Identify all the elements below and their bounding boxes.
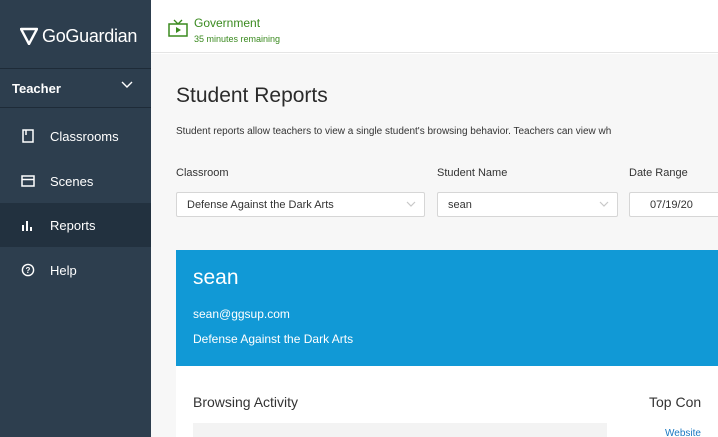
sidebar-item-label: Classrooms (50, 128, 119, 144)
student-name-label: Student Name (437, 167, 508, 179)
top-content-title: Top Con (649, 394, 702, 410)
classroom-select[interactable]: Defense Against the Dark Arts (176, 192, 425, 217)
sidebar-item-reports[interactable]: Reports (0, 203, 151, 247)
website-tab-link[interactable]: Website (665, 428, 701, 437)
chevron-down-icon (121, 81, 133, 88)
sidebar: GoGuardian Teacher Classrooms Scenes Rep… (0, 0, 151, 437)
sidebar-item-classrooms[interactable]: Classrooms (0, 114, 151, 158)
student-info-card: sean sean@ggsup.com Defense Against the … (176, 250, 718, 366)
student-name: sean (193, 266, 239, 289)
svg-text:?: ? (26, 266, 31, 275)
chevron-down-icon (406, 201, 416, 207)
page-description: Student reports allow teachers to view a… (176, 126, 612, 137)
main-content: Student Reports Student reports allow te… (151, 54, 718, 437)
date-range-value: 07/19/20 (650, 198, 693, 211)
browsing-activity-chart (193, 423, 607, 437)
classroom-icon (20, 128, 36, 144)
student-email: sean@ggsup.com (193, 307, 290, 321)
tv-session-icon (168, 19, 188, 37)
classroom-select-value: Defense Against the Dark Arts (187, 198, 334, 211)
sidebar-item-label: Help (50, 262, 77, 278)
student-select-value: sean (448, 198, 472, 211)
classroom-label: Classroom (176, 167, 229, 179)
help-icon: ? (20, 262, 36, 278)
reports-icon (20, 217, 36, 233)
session-title[interactable]: Government (194, 16, 260, 30)
sidebar-item-help[interactable]: ? Help (0, 248, 151, 292)
logo-text: GoGuardian (42, 25, 138, 46)
date-range-input[interactable]: 07/19/20 (629, 192, 718, 217)
goguardian-shield-icon (20, 27, 38, 45)
page-title: Student Reports (176, 84, 328, 107)
date-range-label: Date Range (629, 167, 688, 179)
chevron-down-icon (599, 201, 609, 207)
top-bar: Government 35 minutes remaining (151, 0, 718, 53)
sidebar-item-scenes[interactable]: Scenes (0, 159, 151, 203)
role-label: Teacher (12, 80, 61, 96)
role-dropdown[interactable]: Teacher (0, 69, 151, 107)
logo[interactable]: GoGuardian (20, 24, 137, 48)
activity-panel: Browsing Activity Top Con Website (176, 366, 718, 437)
sidebar-item-label: Reports (50, 217, 96, 233)
student-classroom: Defense Against the Dark Arts (193, 332, 354, 346)
session-time-remaining: 35 minutes remaining (194, 34, 281, 44)
sidebar-item-label: Scenes (50, 173, 94, 189)
sidebar-divider (0, 107, 151, 108)
browsing-activity-title: Browsing Activity (193, 394, 299, 410)
scenes-icon (20, 173, 36, 189)
student-name-select[interactable]: sean (437, 192, 618, 217)
